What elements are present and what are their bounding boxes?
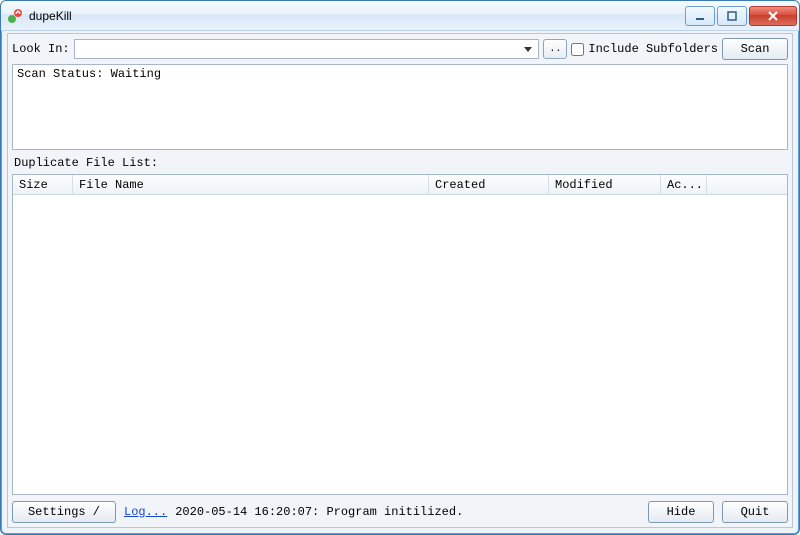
settings-button[interactable]: Settings /: [12, 501, 116, 523]
col-created[interactable]: Created: [429, 175, 549, 194]
hide-button[interactable]: Hide: [648, 501, 714, 523]
titlebar[interactable]: dupeKill: [1, 1, 799, 31]
minimize-icon: [695, 11, 705, 21]
col-file-name[interactable]: File Name: [73, 175, 429, 194]
log-link[interactable]: Log...: [124, 505, 167, 519]
log-message: 2020-05-14 16:20:07: Program initilized.: [175, 505, 463, 519]
include-subfolders-group[interactable]: Include Subfolders: [571, 42, 718, 56]
maximize-icon: [727, 11, 737, 21]
maximize-button[interactable]: [717, 6, 747, 26]
close-icon: [767, 11, 779, 21]
window-controls: [685, 6, 797, 26]
col-size[interactable]: Size: [13, 175, 73, 194]
col-spacer: [707, 175, 787, 194]
scan-status-box: Scan Status: Waiting: [12, 64, 788, 150]
col-action[interactable]: Ac...: [661, 175, 707, 194]
include-subfolders-label: Include Subfolders: [588, 42, 718, 56]
lookin-input[interactable]: [77, 41, 521, 57]
minimize-button[interactable]: [685, 6, 715, 26]
table-body[interactable]: [13, 195, 787, 494]
footer-bar: Settings / Log... 2020-05-14 16:20:07: P…: [12, 499, 788, 523]
duplicate-file-list[interactable]: Size File Name Created Modified Ac...: [12, 174, 788, 495]
chevron-down-icon[interactable]: [520, 41, 536, 57]
col-modified[interactable]: Modified: [549, 175, 661, 194]
quit-button[interactable]: Quit: [722, 501, 788, 523]
table-header: Size File Name Created Modified Ac...: [13, 175, 787, 195]
lookin-label: Look In:: [12, 42, 70, 56]
window-frame: dupeKill Look In:: [0, 0, 800, 535]
dupekill-app-icon: [7, 8, 23, 24]
duplicate-list-label: Duplicate File List:: [12, 154, 788, 170]
scan-button[interactable]: Scan: [722, 38, 788, 60]
browse-button[interactable]: ..: [543, 39, 567, 59]
lookin-combo[interactable]: [74, 39, 540, 59]
client-area: Look In: .. Include Subfolders Scan Scan…: [7, 33, 793, 528]
window-title: dupeKill: [29, 9, 685, 23]
lookin-row: Look In: .. Include Subfolders Scan: [12, 38, 788, 60]
scan-status-text: Scan Status: Waiting: [17, 67, 161, 81]
close-button[interactable]: [749, 6, 797, 26]
include-subfolders-checkbox[interactable]: [571, 43, 584, 56]
